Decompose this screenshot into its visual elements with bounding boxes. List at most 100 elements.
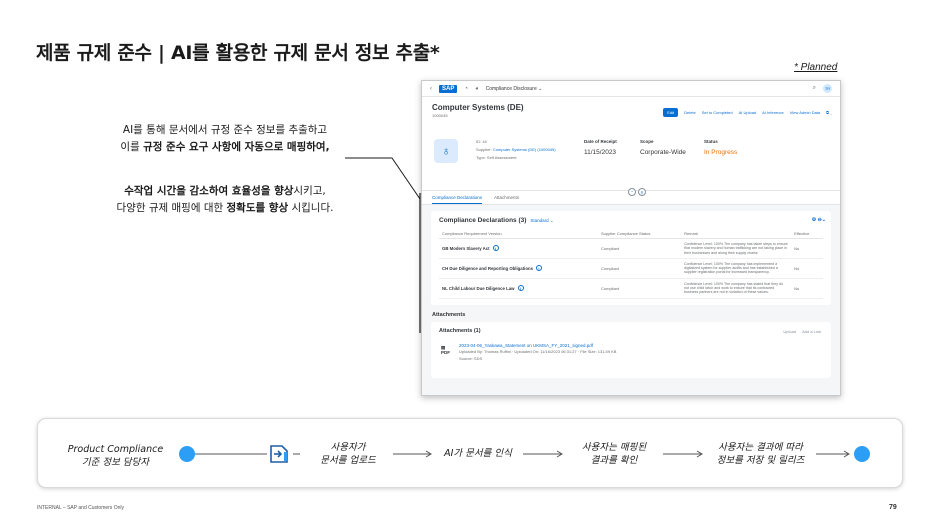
desc2-line2-post: 시킵니다. bbox=[288, 202, 334, 214]
attachment-file: 2023-04-06_Yaskawa_Statement on UKMSA_FY… bbox=[459, 343, 616, 363]
description-extraction: AI를 통해 문서에서 규정 준수 정보를 추출하고 이를 규정 준수 요구 사… bbox=[60, 122, 390, 156]
flow-step3-line1: 사용자는 매핑된 bbox=[581, 442, 647, 453]
attachments-section: Attachments (1) Upload Add a Link ▤ PDF 2… bbox=[431, 321, 831, 378]
desc2-line2: 다양한 규제 매핑에 대한 정확도를 향상 시킵니다. bbox=[60, 200, 390, 217]
attachment-tools: Upload Add a Link bbox=[783, 329, 821, 334]
row-status: Compliant bbox=[598, 278, 682, 299]
search-icon[interactable]: ⌕ bbox=[813, 85, 816, 92]
row-remark: Confidence Level: 100% The company has i… bbox=[681, 258, 792, 279]
info-icon[interactable]: i bbox=[492, 245, 499, 252]
desc1-line2-pre: 이를 bbox=[120, 141, 144, 153]
flow-step1-line2: 문서를 업로드 bbox=[320, 455, 376, 466]
sap-app-screenshot: ‹ SAP ◔ ◕ Compliance Disclosure ⌄ ⌕ TR C… bbox=[421, 80, 841, 396]
col-status[interactable]: Supplier Compliance Status bbox=[598, 229, 682, 239]
info-icon[interactable]: i bbox=[517, 285, 524, 292]
attachments-title: Attachments (1) bbox=[439, 327, 481, 334]
scope-field: Scope Corporate-Wide bbox=[640, 139, 686, 156]
set-completed-button[interactable]: Set to Completed bbox=[702, 110, 733, 115]
declarations-title-text: Compliance Declarations (3) bbox=[439, 217, 527, 224]
pin-header-icon[interactable]: ⚲ bbox=[638, 188, 646, 196]
desc1-line2: 이를 규정 준수 요구 사항에 자동으로 매핑하여, bbox=[60, 139, 390, 156]
header-keyvalues: ID: 16 Supplier: Computer Systems (DE) (… bbox=[476, 138, 556, 162]
col-requirement[interactable]: Compliance Requirement Version bbox=[439, 229, 598, 239]
object-header: Computer Systems (DE) 1000045 Edit Delet… bbox=[422, 97, 840, 196]
col-remark[interactable]: Remark bbox=[681, 229, 792, 239]
home-icon[interactable]: ◕ bbox=[475, 86, 479, 92]
slide-title: 제품 규제 준수 | AI를 활용한 규제 문서 정보 추출* bbox=[36, 42, 440, 64]
scope-label: Scope bbox=[640, 139, 654, 144]
row-requirement: NL Child Labour Due Diligence Law i bbox=[439, 278, 598, 299]
row-remark: Confidence Level: 100% The company has s… bbox=[681, 278, 792, 299]
table-settings-icon[interactable]: ⚙ ⊖⌄ bbox=[812, 217, 826, 223]
scope-value: Corporate-Wide bbox=[640, 149, 686, 156]
desc2-line2-bold: 정확도를 향상 bbox=[226, 202, 289, 214]
id-value: 16 bbox=[482, 139, 487, 144]
ai-upload-button[interactable]: AI Upload bbox=[739, 110, 757, 115]
tab-attachments[interactable]: Attachments bbox=[494, 195, 519, 204]
supplier-label: Supplier: bbox=[476, 147, 492, 152]
requirement-text: GB Modern Slavery Act bbox=[442, 246, 490, 252]
receipt-label: Date of Receipt bbox=[584, 139, 617, 144]
flow-end-dot bbox=[854, 446, 870, 462]
declaration-icon: ♁ bbox=[434, 139, 458, 163]
description-efficiency: 수작업 시간을 감소하여 효율성을 향상시키고, 다양한 규제 매핑에 대한 정… bbox=[60, 183, 390, 217]
avatar[interactable]: TR bbox=[823, 84, 832, 93]
ai-inference-button[interactable]: AI Inference bbox=[762, 110, 784, 115]
desc2-line2-pre: 다양한 규제 매핑에 대한 bbox=[116, 202, 227, 214]
attachment-source: Source: SDS bbox=[459, 355, 483, 361]
flow-step-review: 사용자는 매핑된 결과를 확인 bbox=[565, 441, 663, 467]
desc1-line1: AI를 통해 문서에서 규정 준수 정보를 추출하고 bbox=[122, 124, 328, 136]
edit-button[interactable]: Edit bbox=[663, 108, 679, 117]
sap-logo[interactable]: SAP bbox=[439, 84, 458, 93]
table-row[interactable]: NL Child Labour Due Diligence Law i Compl… bbox=[439, 278, 823, 299]
flow-step4-line1: 사용자는 결과에 따라 bbox=[718, 442, 803, 453]
collapse-header-icon[interactable]: ⌃ bbox=[628, 188, 636, 196]
declarations-table: Compliance Requirement Version Supplier … bbox=[439, 229, 823, 299]
add-link-button[interactable]: Add a Link bbox=[802, 329, 821, 334]
attachment-uploaded: Uploaded By: Thomas Ruffini · Uploaded O… bbox=[459, 349, 617, 355]
flow-step-ai-recognize: AI가 문서를 인식 bbox=[444, 448, 512, 459]
row-remark: Confidence Level: 100% The company has t… bbox=[681, 238, 792, 259]
type-label: Type: bbox=[476, 155, 486, 160]
desc2-line1-bold: 수작업 시간을 감소하여 효율성을 향상 bbox=[124, 185, 294, 197]
flow-step3-line2: 결과를 확인 bbox=[590, 455, 638, 466]
footer-classification: INTERNAL – SAP and Customers Only bbox=[37, 505, 124, 511]
tab-compliance-declarations[interactable]: Compliance Declarations bbox=[432, 195, 483, 204]
status-field: Status In Progress bbox=[704, 139, 737, 156]
view-admin-data-button[interactable]: View Admin Data bbox=[790, 110, 820, 115]
row-effective: No bbox=[791, 278, 823, 299]
table-row[interactable]: CH Due Diligence and Reporting Obligatio… bbox=[439, 258, 823, 279]
row-effective: No bbox=[791, 258, 823, 279]
table-row[interactable]: GB Modern Slavery Act i Compliant Confide… bbox=[439, 238, 823, 259]
flow-step4-line2: 정보를 저장 및 릴리즈 bbox=[716, 455, 805, 466]
header-collapse-controls: ⌃ ⚲ bbox=[628, 188, 646, 196]
back-icon[interactable]: ‹ bbox=[430, 86, 432, 92]
app-title[interactable]: Compliance Disclosure ⌄ bbox=[486, 86, 543, 92]
table-header-row: Compliance Requirement Version Supplier … bbox=[439, 229, 823, 239]
delete-button[interactable]: Delete bbox=[684, 110, 696, 115]
variant-selector[interactable]: Standard ⌄ bbox=[530, 218, 553, 223]
flow-step-upload: 사용자가 문서를 업로드 bbox=[303, 441, 393, 467]
row-requirement: GB Modern Slavery Act i bbox=[439, 238, 598, 259]
row-status: Compliant bbox=[598, 258, 682, 279]
requirement-text: NL Child Labour Due Diligence Law bbox=[442, 286, 515, 292]
export-icon[interactable]: ⧉ ⌄ bbox=[826, 110, 832, 115]
desc2-line1: 수작업 시간을 감소하여 효율성을 향상시키고, bbox=[60, 183, 390, 200]
row-status: Compliant bbox=[598, 238, 682, 259]
process-flow-panel: Product Compliance 기준 정보 담당자 사용자가 문서를 업로… bbox=[37, 418, 903, 488]
info-icon[interactable]: i bbox=[535, 265, 542, 272]
status-label: Status bbox=[704, 139, 718, 144]
desc1-line2-bold: 규정 준수 요구 사항에 자동으로 매핑하여, bbox=[143, 141, 330, 153]
row-effective: No bbox=[791, 238, 823, 259]
col-effective[interactable]: Effective bbox=[791, 229, 823, 239]
shell-bar: ‹ SAP ◔ ◕ Compliance Disclosure ⌄ ⌕ TR bbox=[422, 81, 840, 97]
upload-button[interactable]: Upload bbox=[783, 329, 796, 334]
row-requirement: CH Due Diligence and Reporting Obligatio… bbox=[439, 258, 598, 279]
history-icon[interactable]: ◔ bbox=[464, 86, 468, 92]
desc2-line1-post: 시키고, bbox=[293, 185, 326, 197]
page-number: 79 bbox=[889, 504, 897, 511]
receipt-field: Date of Receipt 11/15/2023 bbox=[584, 139, 617, 156]
supplier-link[interactable]: Computer Systems (DE) (1000045) bbox=[493, 147, 556, 152]
id-label: ID: bbox=[476, 139, 482, 144]
flow-step1-line1: 사용자가 bbox=[330, 442, 366, 453]
